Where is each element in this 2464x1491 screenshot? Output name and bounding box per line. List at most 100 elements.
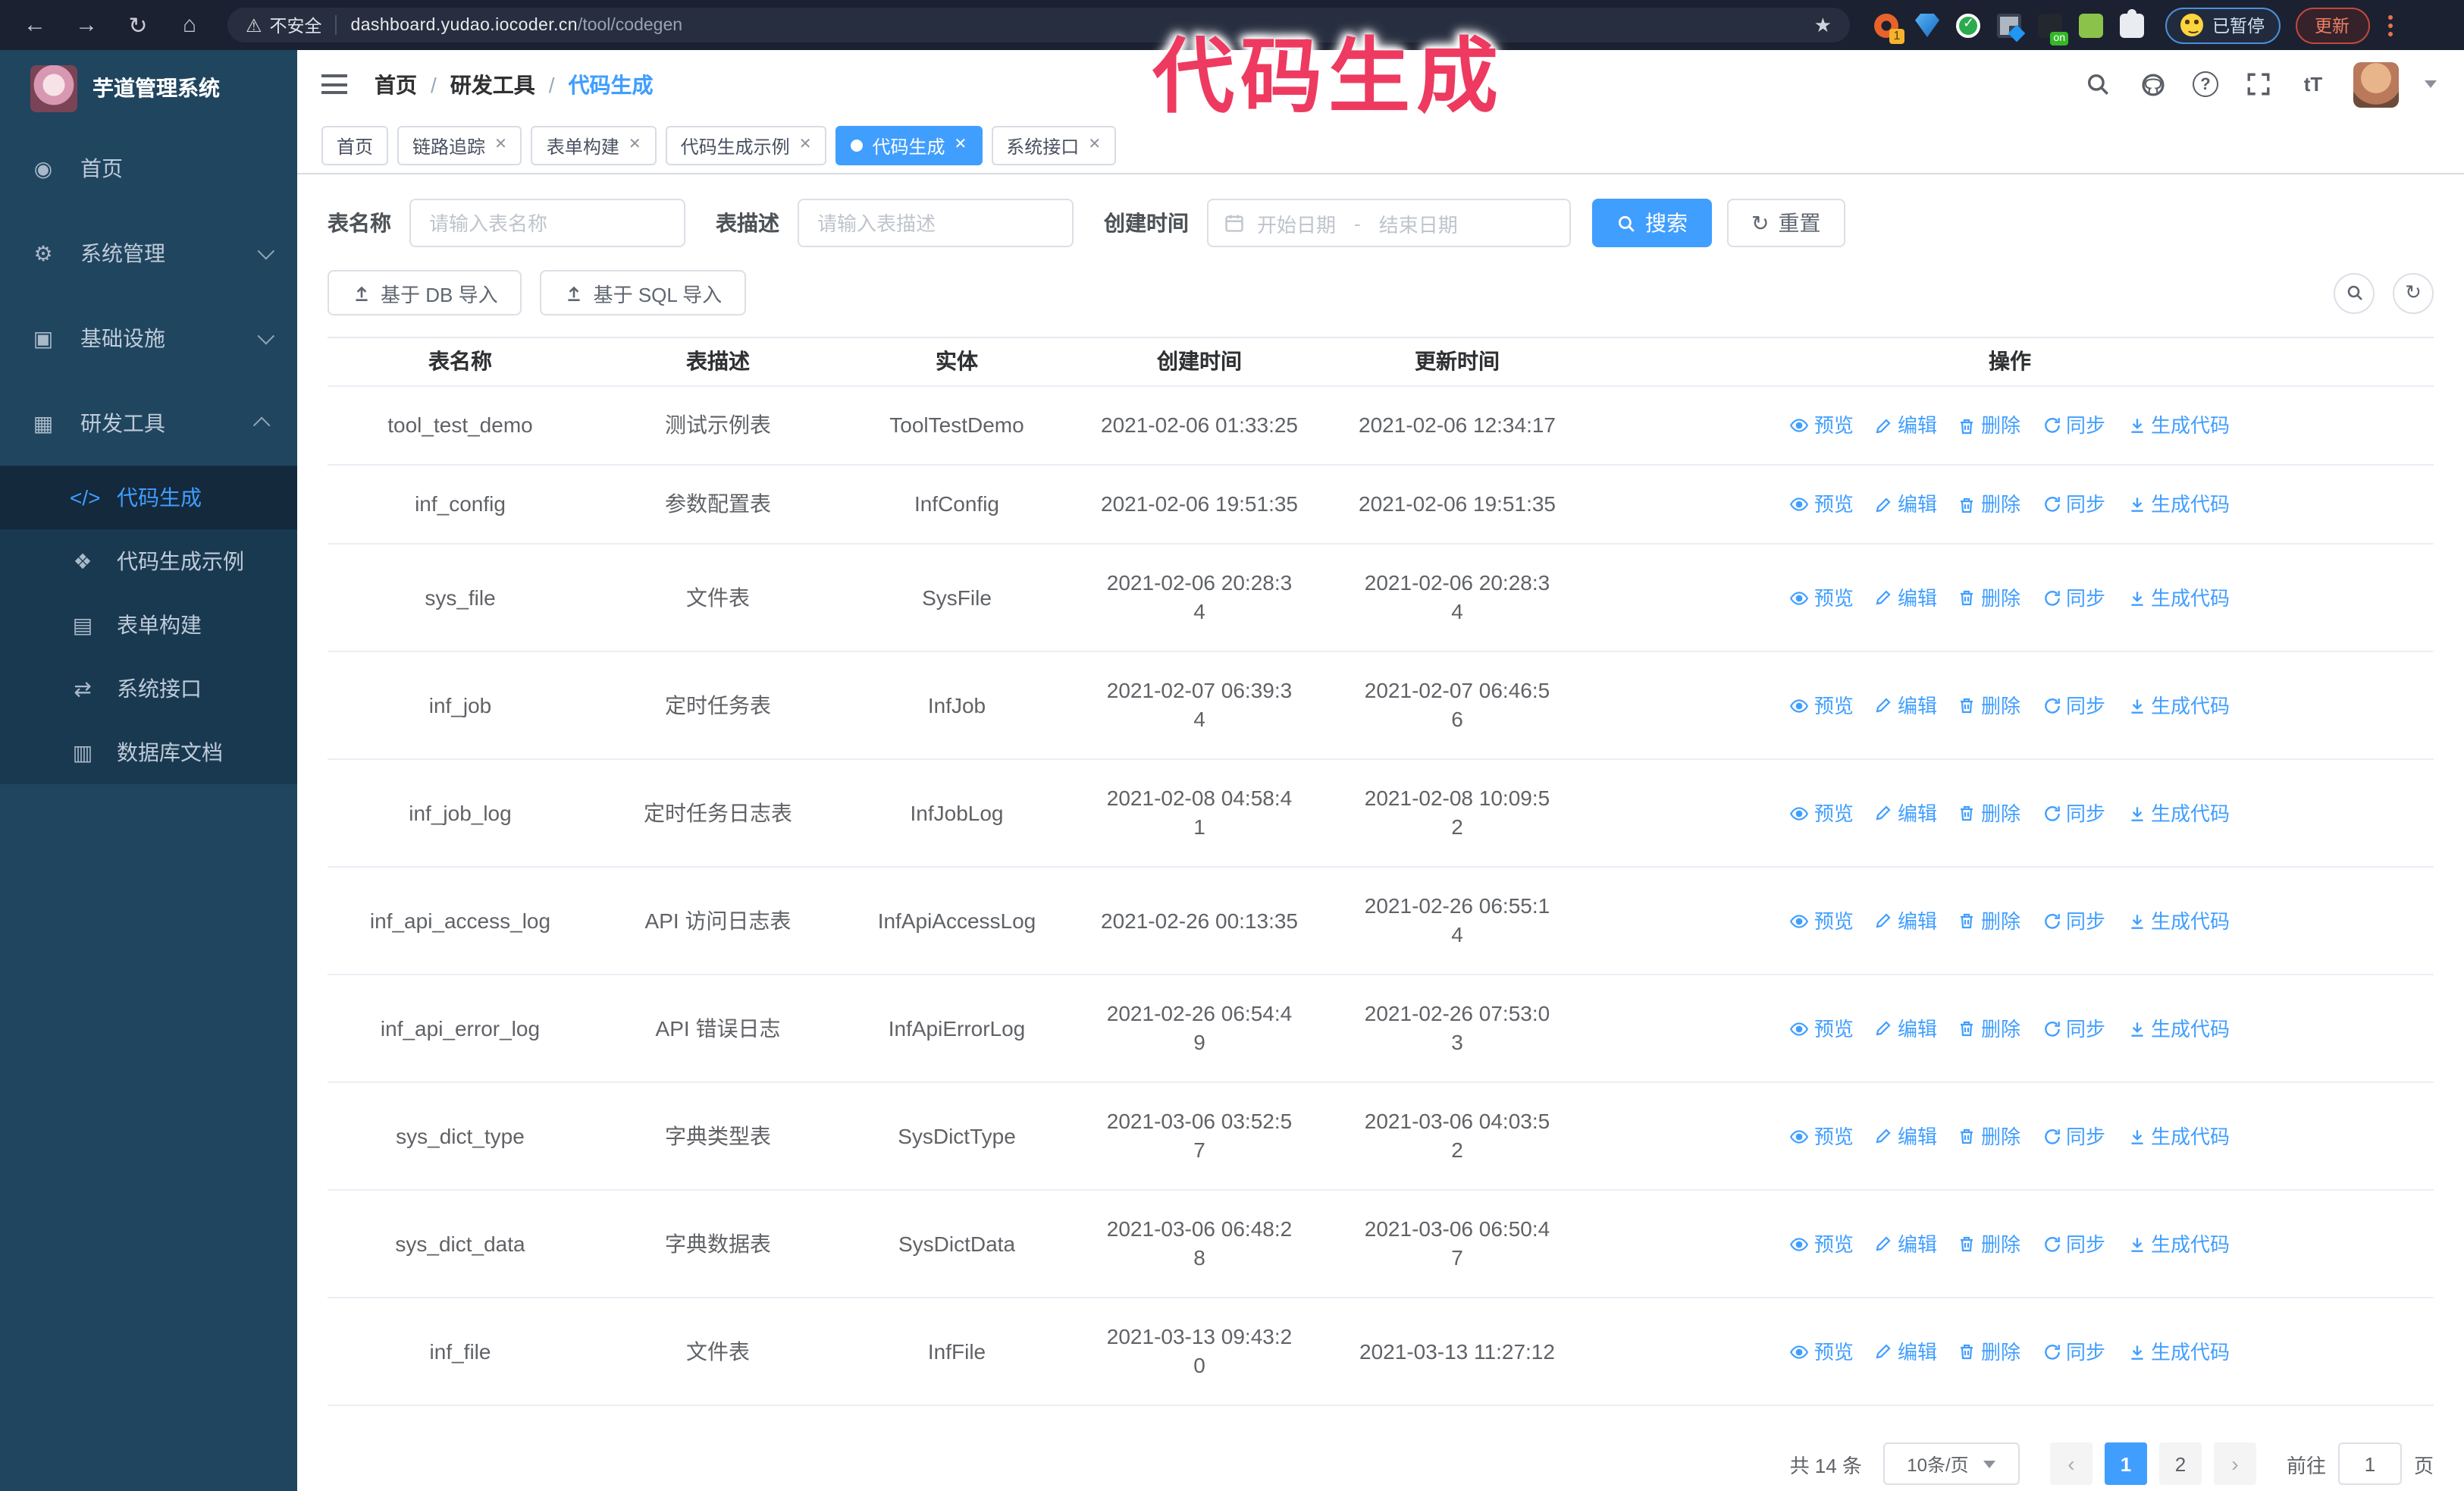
generate-code-link[interactable]: 生成代码 (2127, 1337, 2230, 1366)
gif-paused-badge[interactable]: 已暂停 (2165, 7, 2280, 43)
generate-code-link[interactable]: 生成代码 (2127, 1229, 2230, 1258)
close-icon[interactable] (799, 138, 812, 153)
prev-page-button[interactable]: ‹ (2049, 1442, 2093, 1485)
search-button[interactable]: 搜索 (1592, 199, 1712, 247)
close-icon[interactable] (1088, 138, 1101, 153)
preview-link[interactable]: 预览 (1790, 1337, 1854, 1366)
sync-link[interactable]: 同步 (2042, 490, 2105, 519)
page-size-select[interactable]: 10条/页 (1882, 1442, 2020, 1485)
browser-menu-icon[interactable] (2383, 13, 2398, 37)
reload-icon[interactable]: ↻ (118, 7, 158, 43)
delete-link[interactable]: 删除 (1958, 906, 2020, 935)
tab-codegen[interactable]: 代码生成 (835, 126, 983, 165)
goto-page-input[interactable] (2337, 1442, 2402, 1485)
home-icon[interactable]: ⌂ (170, 7, 209, 43)
sidebar-item-devtools[interactable]: ▦ 研发工具 (0, 381, 297, 466)
generate-code-link[interactable]: 生成代码 (2127, 691, 2230, 720)
delete-link[interactable]: 删除 (1958, 691, 2020, 720)
edit-link[interactable]: 编辑 (1875, 1014, 1937, 1043)
delete-link[interactable]: 删除 (1958, 490, 2020, 519)
page-button-1[interactable]: 1 (2104, 1442, 2147, 1485)
tab-codegen-example[interactable]: 代码生成示例 (665, 126, 827, 165)
preview-link[interactable]: 预览 (1790, 490, 1854, 519)
date-range-picker[interactable]: 开始日期 - 结束日期 (1207, 199, 1571, 247)
preview-link[interactable]: 预览 (1790, 906, 1854, 935)
delete-link[interactable]: 删除 (1958, 411, 2020, 440)
fullscreen-icon[interactable] (2244, 70, 2273, 99)
edit-link[interactable]: 编辑 (1875, 1337, 1937, 1366)
extension-on-icon[interactable] (2038, 13, 2068, 45)
generate-code-link[interactable]: 生成代码 (2127, 1014, 2230, 1043)
sync-link[interactable]: 同步 (2042, 1014, 2105, 1043)
edit-link[interactable]: 编辑 (1875, 411, 1937, 440)
table-row[interactable]: inf_job 定时任务表 InfJob 2021-02-07 06:39:3 … (328, 652, 2434, 760)
preview-link[interactable]: 预览 (1790, 411, 1854, 440)
preview-link[interactable]: 预览 (1790, 583, 1854, 612)
table-row[interactable]: sys_dict_type 字典类型表 SysDictType 2021-03-… (328, 1083, 2434, 1191)
generate-code-link[interactable]: 生成代码 (2127, 583, 2230, 612)
generate-code-link[interactable]: 生成代码 (2127, 799, 2230, 827)
delete-link[interactable]: 删除 (1958, 1014, 2020, 1043)
sync-link[interactable]: 同步 (2042, 1229, 2105, 1258)
sync-link[interactable]: 同步 (2042, 906, 2105, 935)
table-row[interactable]: inf_job_log 定时任务日志表 InfJobLog 2021-02-08… (328, 760, 2434, 868)
sidebar-item-codegen-example[interactable]: ❖ 代码生成示例 (0, 529, 297, 593)
reset-button[interactable]: ↻ 重置 (1727, 199, 1845, 247)
app-logo-row[interactable]: 芋道管理系统 (0, 50, 297, 126)
edit-link[interactable]: 编辑 (1875, 799, 1937, 827)
sync-link[interactable]: 同步 (2042, 691, 2105, 720)
next-page-button[interactable]: › (2213, 1442, 2256, 1485)
delete-link[interactable]: 删除 (1958, 1229, 2020, 1258)
preview-link[interactable]: 预览 (1790, 1122, 1854, 1150)
sync-link[interactable]: 同步 (2042, 1122, 2105, 1150)
table-row[interactable]: inf_file 文件表 InfFile 2021-03-13 09:43:2 … (328, 1298, 2434, 1406)
sidebar-item-system-api[interactable]: ⇄ 系统接口 (0, 657, 297, 720)
import-sql-button[interactable]: 基于 SQL 导入 (540, 270, 747, 315)
sync-link[interactable]: 同步 (2042, 1337, 2105, 1366)
extension-gem-icon[interactable] (1915, 13, 1939, 37)
preview-link[interactable]: 预览 (1790, 691, 1854, 720)
sidebar-item-codegen[interactable]: </> 代码生成 (0, 466, 297, 529)
font-size-icon[interactable] (2299, 70, 2328, 99)
back-icon[interactable]: ← (15, 7, 55, 43)
preview-link[interactable]: 预览 (1790, 1014, 1854, 1043)
breadcrumb-devtools[interactable]: 研发工具 (450, 69, 535, 99)
generate-code-link[interactable]: 生成代码 (2127, 906, 2230, 935)
sidebar-item-form-builder[interactable]: ▤ 表单构建 (0, 593, 297, 657)
edit-link[interactable]: 编辑 (1875, 906, 1937, 935)
close-icon[interactable] (629, 138, 641, 153)
table-row[interactable]: inf_api_access_log API 访问日志表 InfApiAcces… (328, 868, 2434, 975)
tab-home[interactable]: 首页 (321, 126, 389, 165)
generate-code-link[interactable]: 生成代码 (2127, 1122, 2230, 1150)
close-icon[interactable] (494, 138, 507, 153)
sidebar-item-home[interactable]: ◉ 首页 (0, 126, 297, 211)
import-db-button[interactable]: 基于 DB 导入 (328, 270, 522, 315)
extension-rss-icon[interactable] (1874, 13, 1904, 43)
sync-link[interactable]: 同步 (2042, 411, 2105, 440)
close-icon[interactable] (955, 138, 967, 153)
table-row[interactable]: tool_test_demo 测试示例表 ToolTestDemo 2021-0… (328, 387, 2434, 466)
avatar-caret-icon[interactable] (2425, 80, 2437, 88)
table-row[interactable]: sys_dict_data 字典数据表 SysDictData 2021-03-… (328, 1191, 2434, 1298)
tab-form-builder[interactable]: 表单构建 (531, 126, 657, 165)
sidebar-item-infra[interactable]: ▣ 基础设施 (0, 296, 297, 381)
table-name-input[interactable] (409, 199, 685, 247)
avatar[interactable] (2353, 61, 2399, 107)
table-row[interactable]: inf_config 参数配置表 InfConfig 2021-02-06 19… (328, 466, 2434, 545)
extensions-puzzle-icon[interactable] (2120, 8, 2144, 37)
sidebar-item-system[interactable]: ⚙ 系统管理 (0, 211, 297, 296)
table-desc-input[interactable] (798, 199, 1074, 247)
delete-link[interactable]: 删除 (1958, 799, 2020, 827)
edit-link[interactable]: 编辑 (1875, 691, 1937, 720)
sync-link[interactable]: 同步 (2042, 799, 2105, 827)
delete-link[interactable]: 删除 (1958, 1122, 2020, 1150)
delete-link[interactable]: 删除 (1958, 583, 2020, 612)
tab-system-api[interactable]: 系统接口 (991, 126, 1117, 165)
table-row[interactable]: sys_file 文件表 SysFile 2021-02-06 20:28:3 … (328, 545, 2434, 652)
delete-link[interactable]: 删除 (1958, 1337, 2020, 1366)
breadcrumb-home[interactable]: 首页 (375, 69, 417, 99)
generate-code-link[interactable]: 生成代码 (2127, 411, 2230, 440)
sync-link[interactable]: 同步 (2042, 583, 2105, 612)
tab-tracing[interactable]: 链路追踪 (397, 126, 522, 165)
extension-check-icon[interactable] (1956, 13, 1980, 37)
